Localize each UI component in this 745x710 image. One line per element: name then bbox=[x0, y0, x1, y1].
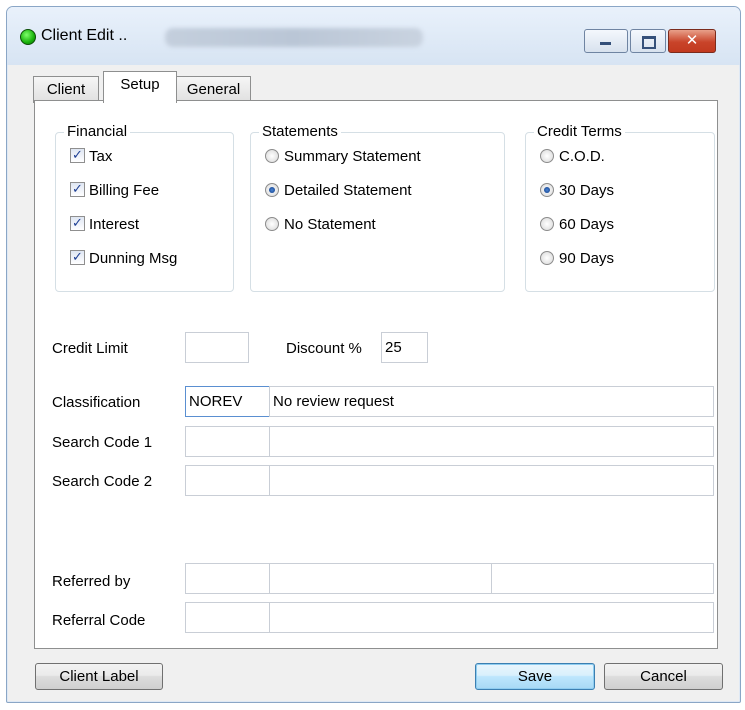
30-days-radio[interactable]: 30 Days bbox=[540, 181, 614, 201]
referral-code-label: Referral Code bbox=[52, 612, 146, 629]
blurred-client-name bbox=[165, 28, 423, 47]
billing-fee-checkbox[interactable]: ✓ Billing Fee bbox=[70, 181, 159, 201]
check-icon: ✓ bbox=[72, 182, 83, 198]
check-icon: ✓ bbox=[72, 216, 83, 232]
client-label-button[interactable]: Client Label bbox=[35, 663, 163, 690]
discount-field[interactable]: 25 bbox=[381, 332, 428, 363]
radio-icon bbox=[265, 216, 279, 231]
search-code-1-label: Search Code 1 bbox=[52, 434, 153, 451]
tax-checkbox[interactable]: ✓ Tax bbox=[70, 147, 112, 167]
referred-by-name-field[interactable] bbox=[269, 563, 492, 594]
minimize-button[interactable] bbox=[584, 29, 628, 53]
radio-icon bbox=[540, 216, 554, 231]
search-code-1-field[interactable] bbox=[185, 426, 270, 457]
discount-label: Discount % bbox=[286, 340, 362, 357]
client-edit-window: Client Edit .. ✕ Client Setup General Fi… bbox=[6, 6, 741, 703]
radio-selected-icon bbox=[540, 182, 554, 197]
check-icon: ✓ bbox=[72, 250, 83, 266]
referral-code-field[interactable] bbox=[185, 602, 270, 633]
setup-tab-panel: Financial ✓ Tax ✓ Billing Fee ✓ Interest ✓ D… bbox=[34, 100, 718, 649]
cancel-button[interactable]: Cancel bbox=[604, 663, 723, 690]
financial-group: Financial ✓ Tax ✓ Billing Fee ✓ Interest ✓ D… bbox=[55, 123, 234, 292]
checkbox-icon: ✓ bbox=[70, 182, 85, 198]
radio-icon bbox=[265, 148, 279, 163]
credit-limit-field[interactable] bbox=[185, 332, 249, 363]
checkbox-icon: ✓ bbox=[70, 216, 85, 232]
classification-label: Classification bbox=[52, 394, 141, 411]
radio-icon bbox=[540, 250, 554, 265]
close-icon: ✕ bbox=[685, 31, 699, 49]
classification-code-field[interactable]: NOREV bbox=[185, 386, 270, 417]
tab-setup[interactable]: Setup bbox=[103, 71, 177, 103]
cod-radio[interactable]: C.O.D. bbox=[540, 147, 605, 167]
90-days-radio[interactable]: 90 Days bbox=[540, 249, 614, 269]
tab-general[interactable]: General bbox=[176, 76, 251, 103]
window-title: Client Edit .. bbox=[41, 27, 128, 44]
credit-terms-group: Credit Terms C.O.D. 30 Days 60 Days 90 D… bbox=[525, 123, 715, 292]
statements-group: Statements Summary Statement Detailed St… bbox=[250, 123, 505, 292]
search-code-2-field[interactable] bbox=[185, 465, 270, 496]
save-button[interactable]: Save bbox=[475, 663, 595, 690]
status-green-icon bbox=[20, 29, 36, 45]
referred-by-label: Referred by bbox=[52, 573, 131, 590]
referred-by-code-field[interactable] bbox=[185, 563, 270, 594]
financial-title: Financial bbox=[64, 123, 131, 140]
check-icon: ✓ bbox=[72, 148, 83, 164]
dunning-msg-checkbox[interactable]: ✓ Dunning Msg bbox=[70, 249, 177, 269]
credit-limit-label: Credit Limit bbox=[52, 340, 128, 357]
referred-by-extra-field[interactable] bbox=[491, 563, 714, 594]
minimize-icon bbox=[600, 42, 611, 45]
classification-desc-field[interactable]: No review request bbox=[269, 386, 714, 417]
referral-code-desc-field[interactable] bbox=[269, 602, 714, 633]
search-code-2-desc-field[interactable] bbox=[269, 465, 714, 496]
search-code-2-label: Search Code 2 bbox=[52, 473, 153, 490]
checkbox-icon: ✓ bbox=[70, 148, 85, 164]
radio-icon bbox=[540, 148, 554, 163]
title-bar[interactable]: Client Edit .. ✕ bbox=[7, 7, 740, 65]
maximize-button[interactable] bbox=[630, 29, 666, 53]
interest-checkbox[interactable]: ✓ Interest bbox=[70, 215, 139, 235]
no-statement-radio[interactable]: No Statement bbox=[265, 215, 376, 235]
radio-selected-icon bbox=[265, 182, 279, 197]
search-code-1-desc-field[interactable] bbox=[269, 426, 714, 457]
detailed-statement-radio[interactable]: Detailed Statement bbox=[265, 181, 412, 201]
tab-client[interactable]: Client bbox=[33, 76, 99, 103]
checkbox-icon: ✓ bbox=[70, 250, 85, 266]
60-days-radio[interactable]: 60 Days bbox=[540, 215, 614, 235]
close-button[interactable]: ✕ bbox=[668, 29, 716, 53]
summary-statement-radio[interactable]: Summary Statement bbox=[265, 147, 421, 167]
statements-title: Statements bbox=[259, 123, 341, 140]
maximize-icon bbox=[642, 36, 656, 49]
credit-terms-title: Credit Terms bbox=[534, 123, 625, 140]
